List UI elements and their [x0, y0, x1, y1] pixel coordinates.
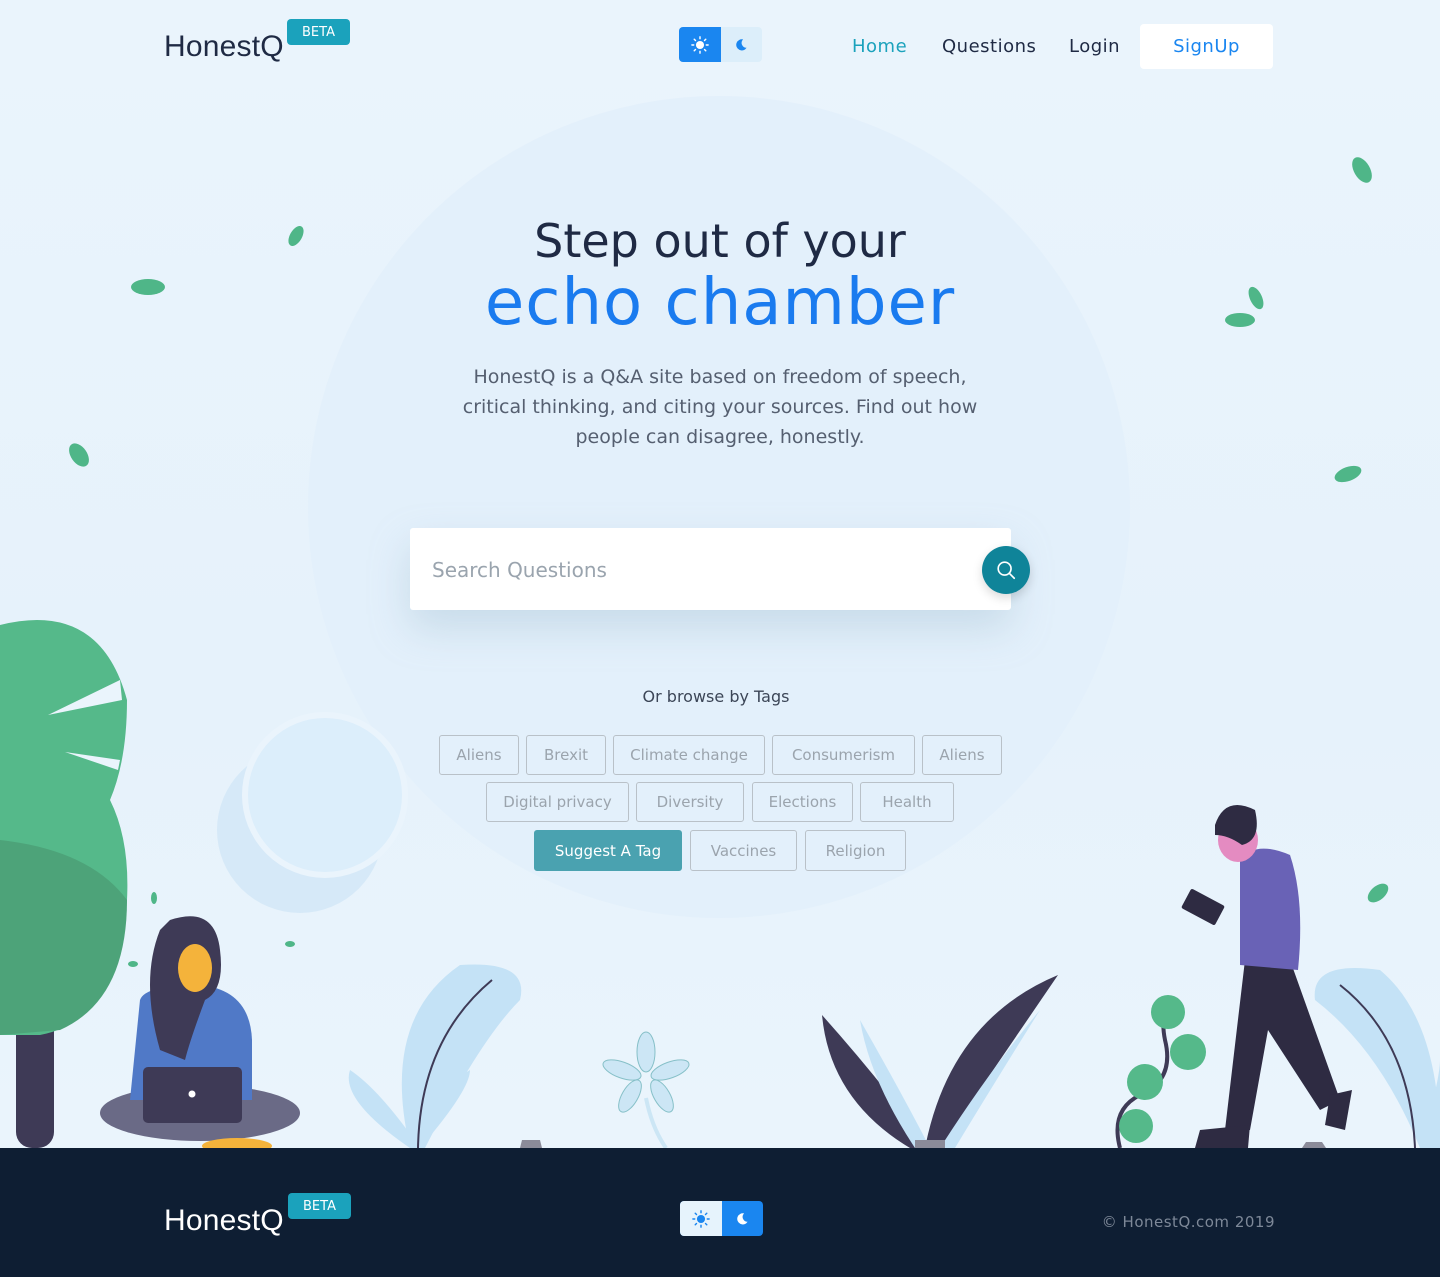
tag-aliens-2[interactable]: Aliens [922, 735, 1002, 775]
beta-badge: BETA [287, 19, 350, 45]
nav-questions-link[interactable]: Questions [942, 36, 1036, 57]
footer-beta-badge: BETA [288, 1193, 351, 1219]
search-button[interactable] [982, 546, 1030, 594]
tag-aliens[interactable]: Aliens [439, 735, 519, 775]
nav-login-link[interactable]: Login [1069, 36, 1120, 57]
suggest-tag-button[interactable]: Suggest A Tag [534, 830, 682, 871]
tag-digital-privacy[interactable]: Digital privacy [486, 782, 629, 822]
copyright-text: © HonestQ.com 2019 [1101, 1213, 1275, 1231]
tag-diversity[interactable]: Diversity [636, 782, 744, 822]
hero-heading-line2: echo chamber [484, 266, 956, 340]
hero-heading-line1: Step out of your [534, 214, 906, 268]
search-icon [997, 561, 1016, 580]
search-input[interactable] [430, 548, 974, 592]
browse-tags-heading: Or browse by Tags [642, 687, 790, 706]
hero-description: HonestQ is a Q&A site based on freedom o… [462, 366, 978, 448]
nav-home-link[interactable]: Home [852, 36, 907, 57]
sun-icon [690, 35, 709, 54]
moon-icon [736, 38, 747, 50]
moon-icon [737, 1212, 748, 1224]
tag-climate-change[interactable]: Climate change [613, 735, 765, 775]
tag-vaccines[interactable]: Vaccines [690, 830, 797, 871]
tag-brexit[interactable]: Brexit [526, 735, 606, 775]
footer-dark-mode-button[interactable] [722, 1201, 764, 1236]
tag-religion[interactable]: Religion [805, 830, 906, 871]
search-box [410, 528, 1011, 610]
light-mode-button[interactable] [679, 27, 721, 62]
dark-mode-button[interactable] [721, 27, 763, 62]
tag-elections[interactable]: Elections [752, 782, 853, 822]
tag-health[interactable]: Health [860, 782, 954, 822]
tag-consumerism[interactable]: Consumerism [772, 735, 915, 775]
footer-theme-toggle[interactable] [680, 1201, 763, 1236]
site-logo[interactable]: HonestQ [164, 30, 284, 64]
footer-logo[interactable]: HonestQ [164, 1204, 284, 1238]
signup-button[interactable]: SignUp [1140, 24, 1273, 69]
footer-light-mode-button[interactable] [680, 1201, 722, 1236]
landing-page: HonestQ BETA Home Questions Login SignUp [0, 0, 1440, 1148]
theme-toggle[interactable] [679, 27, 762, 62]
sun-icon [691, 1209, 710, 1228]
site-footer: HonestQ BETA © HonestQ.com 2019 [0, 1148, 1440, 1277]
